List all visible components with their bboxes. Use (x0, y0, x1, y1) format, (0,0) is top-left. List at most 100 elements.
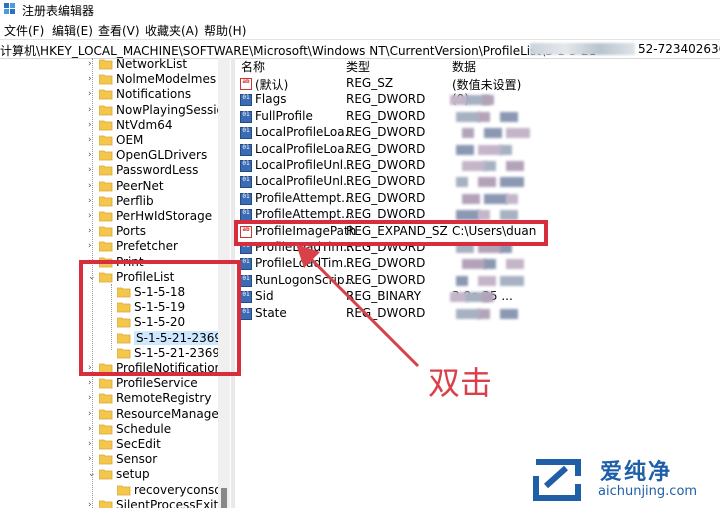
folder-icon (98, 135, 113, 146)
address-path-tail: 52-723402636 (638, 42, 720, 56)
tree-item-label: PeerNet (116, 178, 164, 193)
tree-item-label: Prefetcher (116, 239, 178, 254)
tree-item-label: SilentProcessExit (116, 497, 219, 508)
redacted-data (478, 111, 490, 122)
binary-value-icon: 01 (240, 127, 252, 140)
folder-icon (116, 485, 131, 496)
redacted-data (462, 259, 486, 270)
redacted-data (500, 275, 524, 286)
redacted-data (456, 210, 480, 221)
redacted-data (462, 161, 486, 171)
address-bar[interactable]: 计算机\HKEY_LOCAL_MACHINE\SOFTWARE\Microsof… (0, 39, 720, 59)
menu-bar: 文件(F) 编辑(E) 查看(V) 收藏夹(A) 帮助(H) (0, 19, 720, 39)
redacted-data (478, 275, 496, 286)
value-row[interactable]: 01 LocalProfileUnl... REG_DWORD (236, 174, 720, 190)
binary-value-icon: 01 (240, 176, 252, 189)
value-name: (默认) (255, 78, 289, 92)
value-name: Flags (255, 92, 287, 107)
folder-icon (98, 469, 113, 480)
redacted-data (500, 144, 512, 155)
value-type: REG_DWORD (346, 108, 426, 123)
redacted-data (478, 308, 490, 319)
value-row[interactable]: 01 LocalProfileLoa... REG_DWORD (236, 125, 720, 141)
chevron-right-icon[interactable] (106, 485, 115, 495)
tree-item-label: NtVdm64 (116, 117, 173, 132)
folder-icon (98, 241, 113, 252)
column-header-name[interactable]: 名称 (241, 58, 265, 75)
redacted-data (500, 308, 518, 319)
menu-view[interactable]: 查看(V) (98, 22, 140, 39)
folder-icon (98, 393, 113, 404)
menu-help[interactable]: 帮助(H) (204, 22, 246, 39)
folder-icon (98, 424, 113, 435)
folder-icon (98, 196, 113, 207)
folder-icon (98, 105, 113, 116)
value-row[interactable]: 01 FullProfile REG_DWORD (236, 109, 720, 125)
registry-editor-icon (4, 3, 15, 14)
tree-scrollbar-thumb[interactable] (221, 488, 227, 508)
value-row[interactable]: 01 LocalProfileLoa... REG_DWORD (236, 142, 720, 158)
redacted-data (506, 193, 518, 204)
annotation-arrow-icon (296, 244, 420, 368)
redacted-data (506, 161, 524, 171)
redacted-data (478, 144, 502, 155)
tree-item-label: recoveryconsole (134, 482, 230, 497)
menu-file[interactable]: 文件(F) (4, 22, 44, 39)
value-name: LocalProfileLoa... (255, 125, 357, 140)
column-header-type[interactable]: 类型 (346, 58, 370, 75)
folder-icon (98, 74, 113, 85)
tree-item-label: Sensor (116, 452, 158, 467)
redacted-data (500, 111, 518, 122)
tree-item-label: OEM (116, 133, 144, 147)
redacted-data (456, 275, 468, 286)
value-type: REG_SZ (346, 76, 394, 90)
value-type: REG_DWORD (346, 125, 426, 140)
value-row[interactable]: 01FlagsREG_DWORD(0) (236, 92, 720, 108)
redacted-data (456, 177, 468, 188)
redacted-data (484, 193, 508, 204)
redacted-data (506, 128, 530, 139)
value-row[interactable]: ab (默认) REG_SZ (数值未设置) (236, 76, 720, 92)
tree-item-label: setup (116, 467, 150, 482)
value-name: LocalProfileUnl... (255, 158, 355, 172)
tree-item-label: PasswordLess (116, 163, 199, 178)
value-row[interactable]: 01 LocalProfileUnl... REG_DWORD (236, 158, 720, 174)
tree-item-label: OpenGLDrivers (116, 148, 208, 163)
redacted-data (462, 193, 480, 204)
value-type: REG_DWORD (346, 174, 426, 189)
binary-value-icon: 01 (240, 291, 252, 304)
highlight-box-profilelist (79, 260, 241, 376)
tree-item-label: NolmeModelmes (116, 72, 217, 87)
value-row[interactable]: 01 ProfileAttempt... REG_DWORD (236, 191, 720, 207)
redacted-data (484, 128, 502, 139)
watermark-chinese: 爱纯净 (600, 460, 673, 485)
redacted-data (484, 259, 496, 270)
value-type: REG_DWORD (346, 141, 426, 156)
value-name: ProfileAttempt... (255, 190, 353, 205)
binary-value-icon: 01 (240, 110, 252, 123)
redacted-data (478, 177, 496, 188)
tree-item-label: Perflib (116, 193, 154, 208)
value-type: REG_DWORD (346, 190, 426, 205)
folder-icon (98, 120, 113, 131)
folder-icon (98, 211, 113, 222)
menu-favorites[interactable]: 收藏夹(A) (145, 22, 199, 39)
redacted-data (482, 292, 494, 303)
title-bar: 注册表编辑器 (0, 0, 720, 19)
watermark-domain: aichunjing.com (598, 484, 698, 499)
folder-icon (98, 226, 113, 237)
menu-edit[interactable]: 编辑(E) (52, 22, 93, 39)
redacted-data (456, 144, 474, 155)
folder-icon (98, 409, 113, 420)
value-type: REG_DWORD (346, 92, 426, 107)
redacted-data (478, 210, 490, 221)
folder-icon (98, 89, 113, 100)
redacted-data (484, 161, 496, 171)
column-header-data[interactable]: 数据 (452, 58, 476, 75)
binary-value-icon: 01 (240, 274, 252, 287)
value-name: LocalProfileUnl... (255, 174, 355, 189)
redacted-data (500, 210, 518, 221)
value-type: REG_DWORD (346, 158, 426, 172)
tree-item-label: NowPlayingSessionI (116, 102, 230, 117)
value-name: FullProfile (255, 108, 313, 123)
